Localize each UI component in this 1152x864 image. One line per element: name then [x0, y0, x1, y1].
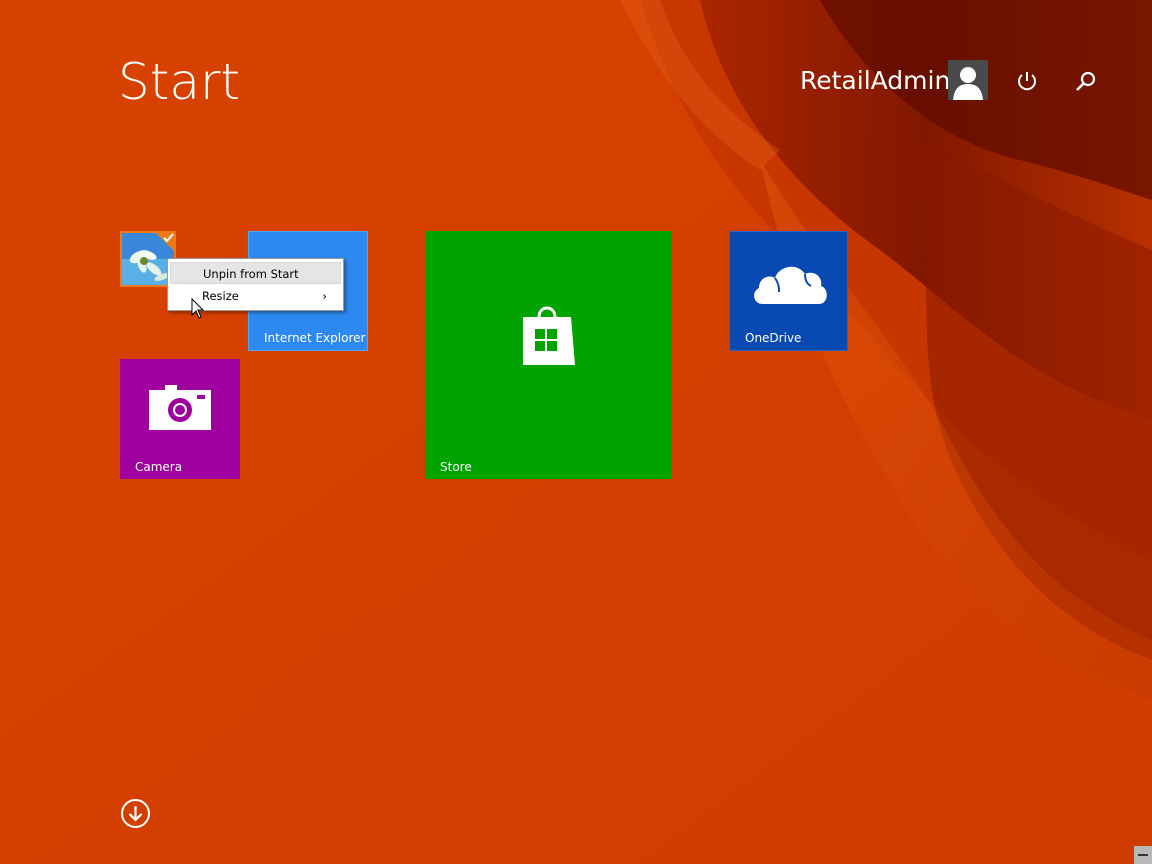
camera-label: Camera	[135, 460, 183, 474]
menu-item-label: Unpin from Start	[203, 267, 299, 281]
selection-check-icon	[156, 233, 174, 251]
down-arrow-circle-icon[interactable]	[120, 798, 151, 829]
user-silhouette-icon[interactable]	[948, 60, 988, 100]
camera-tile[interactable]: Camera	[120, 359, 240, 479]
start-title: Start	[118, 53, 241, 111]
menu-item-unpin-from-start[interactable]: Unpin from Start	[170, 262, 341, 284]
power-icon[interactable]	[1014, 68, 1040, 94]
onedrive-tile[interactable]: OneDrive	[729, 231, 848, 351]
zoom-out-corner-button[interactable]	[1134, 846, 1152, 864]
user-name[interactable]: RetailAdmin	[800, 64, 950, 98]
onedrive-label: OneDrive	[745, 331, 802, 345]
menu-item-label: Resize	[202, 289, 239, 303]
store-tile[interactable]: Store	[425, 231, 672, 479]
mouse-cursor-icon	[191, 298, 205, 319]
camera-icon	[149, 385, 211, 430]
cloud-icon	[754, 266, 827, 304]
store-label: Store	[440, 460, 472, 474]
internet-explorer-label: Internet Explorer	[264, 331, 366, 345]
submenu-arrow-icon: ›	[322, 289, 327, 303]
search-icon[interactable]	[1073, 68, 1099, 94]
store-bag-icon	[523, 306, 575, 365]
